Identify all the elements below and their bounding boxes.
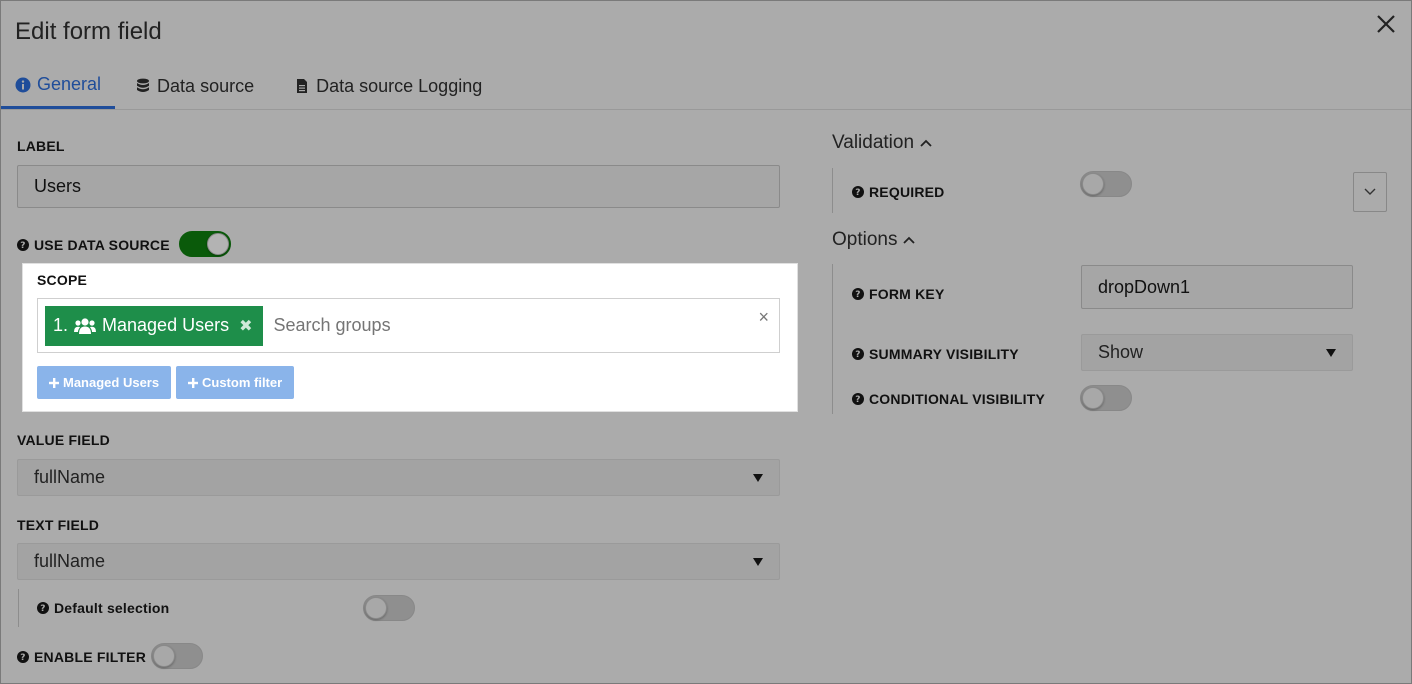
svg-text:?: ? — [20, 241, 25, 251]
required-caption: ? REQUIRED — [852, 184, 945, 200]
form-key-label: FORM KEY — [869, 286, 945, 302]
scope-group-selector[interactable]: 1. Managed Users ✖ × — [37, 298, 780, 353]
toggle-knob — [365, 597, 387, 619]
clear-icon[interactable]: × — [758, 307, 769, 328]
svg-text:?: ? — [40, 604, 45, 614]
tab-bar: General Data source Data source Logging — [1, 63, 1411, 110]
chip-index: 1. — [53, 315, 69, 335]
default-selection-toggle[interactable] — [363, 595, 415, 621]
help-icon: ? — [852, 393, 864, 405]
svg-text:?: ? — [855, 395, 860, 405]
summary-visibility-selected: Show — [1098, 342, 1144, 362]
use-data-source-label: USE DATA SOURCE — [34, 237, 170, 253]
default-selection-caption: ? Default selection — [37, 600, 169, 616]
value-field-selected: fullName — [34, 467, 106, 487]
form-key-input[interactable]: dropDown1 — [1081, 265, 1353, 309]
toggle-knob — [153, 645, 175, 667]
svg-text:?: ? — [855, 188, 860, 198]
info-circle-icon — [15, 77, 31, 92]
chevron-down-icon — [1364, 188, 1376, 195]
add-managed-users-button[interactable]: Managed Users — [37, 366, 172, 399]
tab-label: General — [37, 74, 102, 94]
search-groups-input[interactable] — [273, 315, 634, 336]
close-icon — [1377, 15, 1395, 33]
text-field-selected: fullName — [34, 551, 106, 571]
help-icon: ? — [17, 239, 29, 251]
use-data-source-caption: ? USE DATA SOURCE — [17, 237, 170, 253]
svg-text:?: ? — [20, 653, 25, 663]
scope-caption: SCOPE — [37, 272, 88, 288]
summary-visibility-select[interactable]: Show — [1081, 334, 1353, 371]
conditional-visibility-toggle[interactable] — [1080, 385, 1132, 411]
enable-filter-label: ENABLE FILTER — [34, 649, 147, 665]
divider — [832, 168, 833, 213]
default-selection-label: Default selection — [54, 600, 170, 616]
enable-filter-caption: ? ENABLE FILTER — [17, 649, 146, 665]
summary-visibility-label: SUMMARY VISIBILITY — [869, 346, 1019, 362]
group-chip-managed-users: 1. Managed Users ✖ — [45, 305, 263, 346]
value-field-caption: VALUE FIELD — [17, 432, 110, 448]
button-label: Custom filter — [202, 375, 283, 390]
value-field-select[interactable]: fullName — [17, 459, 780, 496]
required-options-dropdown-button[interactable] — [1353, 172, 1387, 212]
conditional-visibility-label: CONDITIONAL VISIBILITY — [869, 391, 1046, 407]
options-section-header[interactable]: Options — [832, 229, 916, 251]
chip-text: Managed Users — [102, 315, 230, 335]
database-icon — [137, 78, 150, 92]
svg-text:?: ? — [855, 350, 860, 360]
button-label: Managed Users — [63, 375, 160, 390]
scope-panel: SCOPE 1. Managed Users ✖ × Managed Users… — [22, 263, 798, 412]
help-icon: ? — [17, 651, 29, 663]
enable-filter-toggle[interactable] — [151, 643, 203, 669]
options-heading: Options — [832, 229, 898, 250]
form-key-caption: ? FORM KEY — [852, 286, 945, 302]
tab-data-source[interactable]: Data source — [121, 63, 268, 109]
conditional-visibility-caption: ? CONDITIONAL VISIBILITY — [852, 391, 1045, 407]
caret-down-icon — [753, 557, 763, 566]
label-caption: LABEL — [17, 138, 65, 154]
file-text-icon — [297, 79, 308, 93]
help-icon: ? — [852, 186, 864, 198]
validation-heading: Validation — [832, 132, 915, 153]
text-field-caption: TEXT FIELD — [17, 517, 100, 533]
users-icon — [74, 317, 97, 334]
dialog-title: Edit form field — [15, 18, 162, 45]
help-icon: ? — [852, 288, 864, 300]
caret-down-icon — [1326, 348, 1336, 357]
toggle-knob — [1082, 387, 1104, 409]
toggle-knob — [1082, 173, 1104, 195]
use-data-source-toggle[interactable] — [179, 231, 231, 257]
required-label: REQUIRED — [869, 184, 945, 200]
plus-icon — [188, 377, 198, 388]
chevron-up-icon — [903, 236, 916, 244]
close-button[interactable] — [1371, 9, 1401, 39]
tab-label: Data source Logging — [316, 75, 483, 96]
label-input[interactable]: Users — [17, 165, 780, 208]
summary-visibility-caption: ? SUMMARY VISIBILITY — [852, 346, 1019, 362]
required-toggle[interactable] — [1080, 171, 1132, 197]
divider — [832, 264, 833, 414]
svg-text:?: ? — [855, 290, 860, 300]
help-icon: ? — [852, 348, 864, 360]
chevron-up-icon — [920, 139, 932, 147]
tab-data-source-logging[interactable]: Data source Logging — [280, 63, 496, 109]
chip-remove-icon[interactable]: ✖ — [239, 316, 252, 336]
divider — [18, 589, 19, 627]
tab-label: Data source — [157, 75, 255, 96]
plus-icon — [49, 377, 59, 388]
text-field-select[interactable]: fullName — [17, 543, 780, 580]
caret-down-icon — [753, 473, 763, 482]
help-icon: ? — [37, 602, 49, 614]
toggle-knob — [207, 233, 229, 255]
add-custom-filter-button[interactable]: Custom filter — [176, 366, 295, 399]
tab-general[interactable]: General — [1, 63, 116, 109]
validation-section-header[interactable]: Validation — [832, 132, 932, 154]
